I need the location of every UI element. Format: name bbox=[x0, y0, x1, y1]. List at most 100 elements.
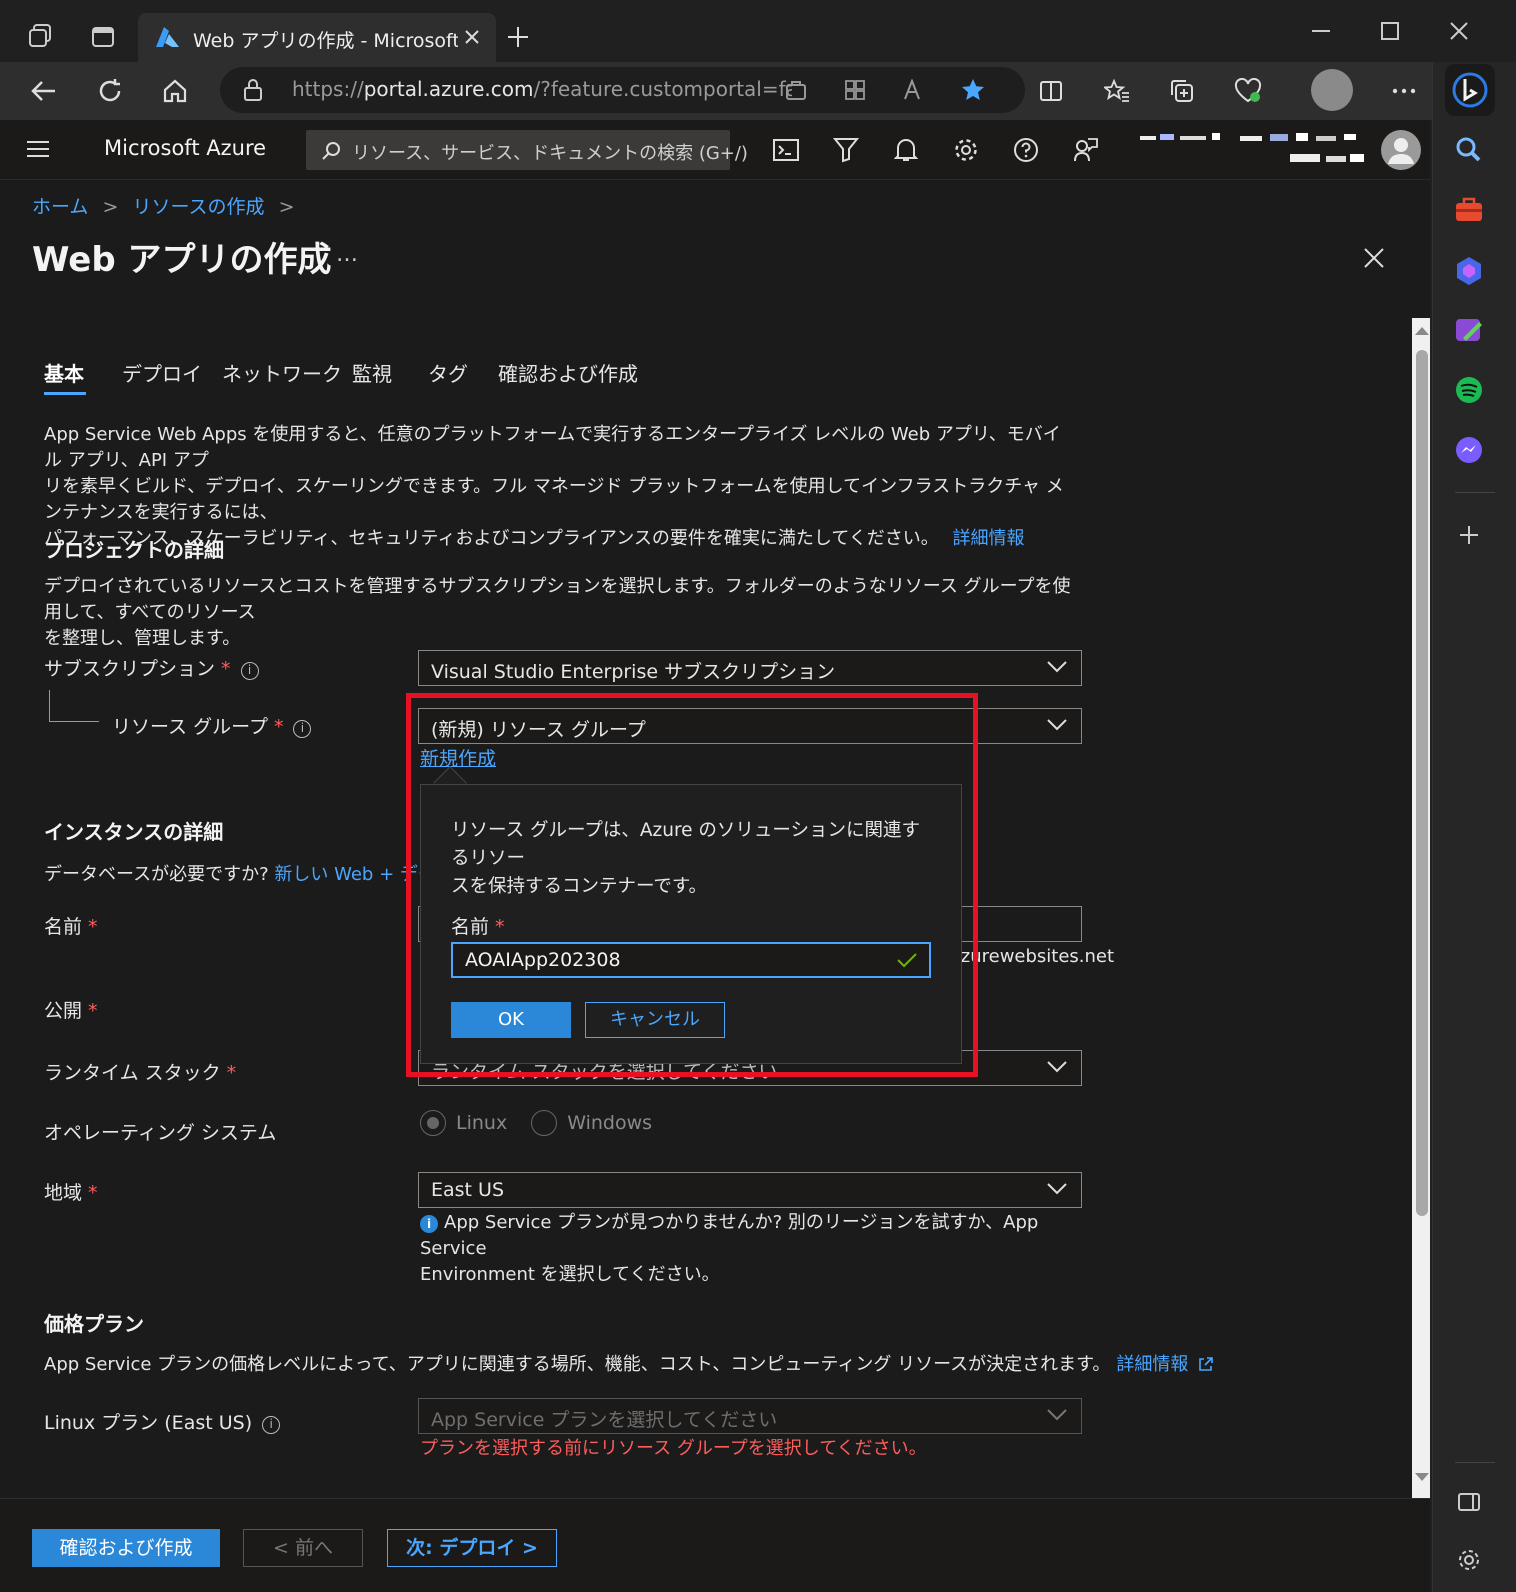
new-tab-icon[interactable] bbox=[506, 25, 530, 49]
lock-icon[interactable] bbox=[242, 78, 264, 102]
plan-placeholder: App Service プランを選択してください bbox=[431, 1409, 778, 1431]
linux-plan-label-wrap: Linux プラン (East US) i bbox=[44, 1408, 281, 1435]
sidebar-divider-bottom bbox=[1455, 1462, 1495, 1463]
info-icon[interactable]: i bbox=[262, 1416, 281, 1434]
url-host: portal.azure.com bbox=[363, 77, 534, 101]
pricing-desc-wrap: App Service プランの価格レベルによって、アプリに関連する場所、機能、… bbox=[44, 1350, 1214, 1376]
feedback-icon[interactable] bbox=[1066, 130, 1106, 170]
tab-networking[interactable]: ネットワーク bbox=[222, 358, 342, 387]
browser-tab-active[interactable]: Web アプリの作成 - Microsoft Azu bbox=[138, 13, 496, 62]
notifications-bell-icon[interactable] bbox=[886, 130, 926, 170]
tab-tags[interactable]: タグ bbox=[428, 358, 468, 387]
collections-icon[interactable] bbox=[1162, 71, 1202, 111]
more-options-icon[interactable] bbox=[1384, 71, 1424, 111]
messenger-icon[interactable] bbox=[1451, 432, 1487, 468]
tools-icon[interactable] bbox=[1451, 192, 1487, 228]
resource-group-label: リソース グループ bbox=[112, 716, 268, 738]
user-avatar[interactable] bbox=[1381, 130, 1421, 170]
info-filled-icon: i bbox=[420, 1215, 438, 1233]
close-tab-icon[interactable] bbox=[464, 29, 480, 45]
previous-button[interactable]: < 前へ bbox=[243, 1529, 363, 1567]
address-bar[interactable]: https://portal.azure.com/?feature.custom… bbox=[220, 67, 1025, 113]
add-icon[interactable] bbox=[1451, 517, 1487, 553]
os-windows-radio[interactable] bbox=[531, 1110, 558, 1136]
favorite-star-icon[interactable] bbox=[960, 77, 986, 103]
url-text: https://portal.azure.com/?feature.custom… bbox=[292, 77, 792, 101]
os-linux-label: Linux bbox=[456, 1112, 508, 1134]
next-deployment-button[interactable]: 次: デプロイ > bbox=[387, 1529, 557, 1567]
bing-chat-icon[interactable] bbox=[1445, 64, 1495, 116]
close-blade-icon[interactable] bbox=[1364, 248, 1384, 268]
cloud-shell-icon[interactable] bbox=[766, 130, 806, 170]
scrollbar-thumb[interactable] bbox=[1416, 350, 1428, 1216]
designer-icon[interactable] bbox=[1451, 312, 1487, 348]
review-create-button[interactable]: 確認および作成 bbox=[32, 1529, 220, 1567]
back-icon[interactable] bbox=[24, 71, 64, 111]
os-linux-radio[interactable] bbox=[420, 1110, 446, 1136]
app-available-icon[interactable] bbox=[785, 79, 807, 101]
sidebar-settings-icon[interactable] bbox=[1451, 1542, 1487, 1578]
split-screen-icon[interactable] bbox=[1031, 71, 1071, 111]
scroll-up-icon[interactable] bbox=[1414, 326, 1430, 336]
instance-details-heading: インスタンスの詳細 bbox=[44, 820, 224, 844]
pricing-desc: App Service プランの価格レベルによって、アプリに関連する場所、機能、… bbox=[44, 1354, 1111, 1375]
browser-essentials-icon[interactable] bbox=[1228, 71, 1268, 111]
subscription-label: サブスクリプション bbox=[44, 658, 216, 680]
search-icon[interactable] bbox=[1451, 132, 1487, 168]
required-marker: * bbox=[226, 1062, 237, 1084]
subscription-label-wrap: サブスクリプション * i bbox=[44, 654, 259, 681]
tab-deployment[interactable]: デプロイ bbox=[122, 358, 202, 387]
portal-menu-icon[interactable] bbox=[26, 140, 50, 158]
region-note-line-2: Environment を選択してください。 bbox=[420, 1264, 720, 1285]
refresh-icon[interactable] bbox=[90, 71, 130, 111]
pricing-heading: 価格プラン bbox=[44, 1312, 144, 1336]
region-select[interactable]: East US bbox=[418, 1172, 1082, 1208]
plan-select[interactable]: App Service プランを選択してください bbox=[418, 1398, 1082, 1434]
external-link-icon bbox=[1198, 1356, 1214, 1372]
intro-text: App Service Web Apps を使用すると、任意のプラットフォームで… bbox=[44, 422, 1074, 552]
settings-gear-icon[interactable] bbox=[946, 130, 986, 170]
tab-review-create[interactable]: 確認および作成 bbox=[498, 358, 638, 387]
edge-sidebar bbox=[1432, 62, 1516, 1592]
hide-sidebar-icon[interactable] bbox=[1451, 1484, 1487, 1520]
global-search-input[interactable]: リソース、サービス、ドキュメントの検索 (G+/) bbox=[306, 130, 748, 170]
close-window-icon[interactable] bbox=[1450, 22, 1468, 40]
home-icon[interactable] bbox=[155, 71, 195, 111]
extensions-icon[interactable] bbox=[844, 79, 866, 101]
runtime-label: ランタイム スタック bbox=[44, 1062, 221, 1084]
profile-avatar[interactable] bbox=[1311, 69, 1353, 111]
search-placeholder: リソース、サービス、ドキュメントの検索 (G+/) bbox=[352, 143, 748, 164]
minimize-icon[interactable] bbox=[1312, 30, 1330, 34]
page-title: Web アプリの作成 bbox=[32, 240, 332, 280]
help-icon[interactable] bbox=[1006, 130, 1046, 170]
required-marker: * bbox=[88, 1182, 98, 1204]
breadcrumb-create-resource[interactable]: リソースの作成 bbox=[132, 196, 264, 218]
pricing-learn-more-link[interactable]: 詳細情報 bbox=[1116, 1354, 1188, 1375]
directory-filter-icon[interactable] bbox=[826, 130, 866, 170]
learn-more-link[interactable]: 詳細情報 bbox=[953, 528, 1025, 549]
region-note-line-1: App Service プランが見つかりませんか? 別のリージョンを試すか、Ap… bbox=[420, 1212, 1039, 1259]
maximize-icon[interactable] bbox=[1381, 22, 1399, 40]
brand-name[interactable]: Microsoft Azure bbox=[104, 136, 266, 160]
chevron-down-icon bbox=[1047, 1183, 1067, 1195]
project-details-heading: プロジェクトの詳細 bbox=[44, 538, 224, 562]
tab-basics[interactable]: 基本 bbox=[44, 358, 84, 387]
spotify-icon[interactable] bbox=[1451, 372, 1487, 408]
tab-monitoring[interactable]: 監視 bbox=[352, 358, 392, 387]
scroll-down-icon[interactable] bbox=[1414, 1472, 1430, 1482]
page-more-button[interactable]: … bbox=[336, 242, 358, 267]
browser-titlebar: Web アプリの作成 - Microsoft Azu bbox=[0, 0, 1516, 62]
region-note: i App Service プランが見つかりませんか? 別のリージョンを試すか、A… bbox=[420, 1210, 1080, 1288]
copilot-icon[interactable] bbox=[1451, 252, 1487, 288]
info-icon[interactable]: i bbox=[293, 720, 312, 738]
workspaces-icon[interactable] bbox=[26, 22, 54, 50]
read-aloud-icon[interactable] bbox=[903, 79, 927, 101]
project-desc-line-1: デプロイされているリソースとコストを管理するサブスクリプションを選択します。フォ… bbox=[44, 576, 1071, 623]
info-icon[interactable]: i bbox=[240, 662, 259, 680]
subscription-select[interactable]: Visual Studio Enterprise サブスクリプション bbox=[418, 650, 1082, 686]
account-info[interactable] bbox=[1140, 132, 1370, 170]
favorites-icon[interactable] bbox=[1097, 71, 1137, 111]
tab-actions-icon[interactable] bbox=[90, 24, 116, 50]
tab-title: Web アプリの作成 - Microsoft Azu bbox=[193, 30, 458, 52]
breadcrumb-home[interactable]: ホーム bbox=[32, 196, 88, 218]
